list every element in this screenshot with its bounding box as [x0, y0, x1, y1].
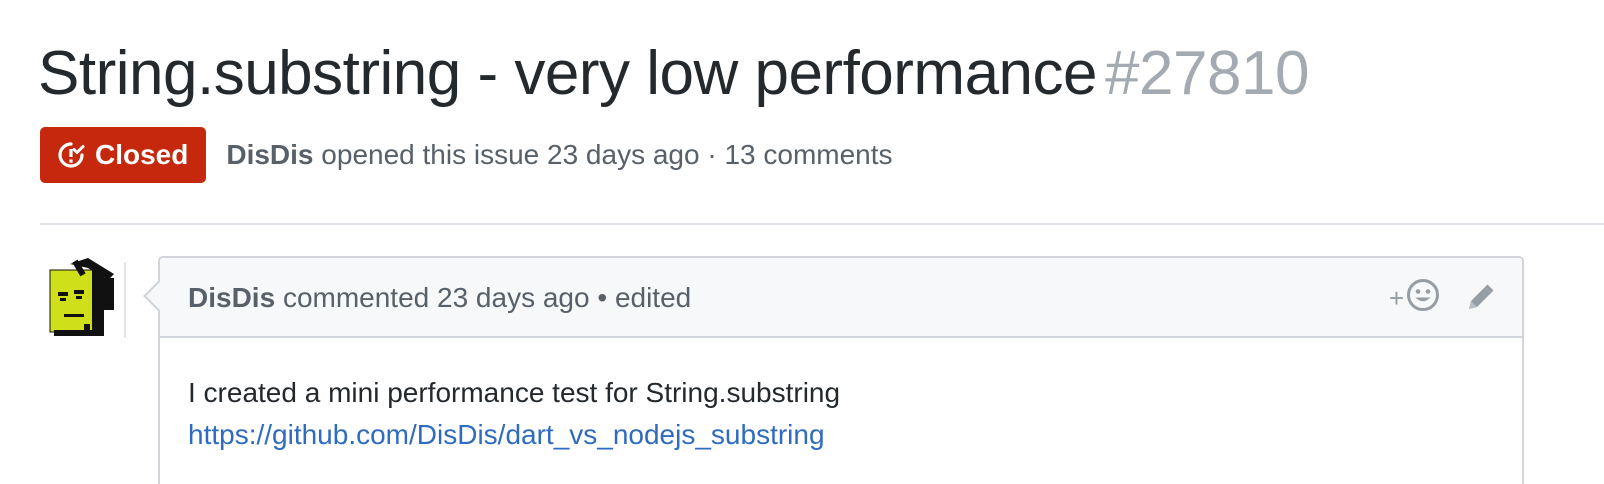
issue-closed-icon — [56, 140, 86, 170]
header-divider — [40, 223, 1604, 225]
user-avatar[interactable] — [48, 256, 124, 338]
comment-box: DisDis commented 23 days ago • edited + — [158, 256, 1524, 484]
edit-comment-button[interactable] — [1464, 282, 1496, 314]
comment-body: I created a mini performance test for St… — [188, 372, 840, 456]
comment-repo-link[interactable]: https://github.com/DisDis/dart_vs_nodejs… — [188, 419, 825, 450]
issue-title: String.substring - very low performance — [38, 39, 1098, 108]
reaction-plus: + — [1388, 282, 1404, 313]
smiley-icon — [1406, 278, 1440, 319]
issue-meta: Closed DisDis opened this issue 23 days … — [40, 127, 893, 183]
comment-author-link[interactable]: DisDis — [188, 282, 275, 313]
comment-header-text: DisDis commented 23 days ago • edited — [188, 282, 691, 314]
comment-action: commented 23 days ago — [282, 282, 590, 313]
state-badge: Closed — [40, 127, 207, 183]
state-label: Closed — [95, 139, 189, 170]
comment-header: DisDis commented 23 days ago • edited + — [160, 258, 1522, 338]
comments-count: 13 comments — [724, 139, 893, 170]
pencil-icon — [1464, 284, 1496, 318]
issue-title-row: String.substring - very low performance #… — [38, 38, 1309, 110]
comment-edited[interactable]: • edited — [597, 282, 691, 313]
meta-separator: · — [707, 139, 717, 170]
issue-number: #27810 — [1105, 39, 1309, 108]
issue-page: String.substring - very low performance #… — [0, 0, 1604, 484]
add-reaction-button[interactable]: + — [1388, 278, 1440, 319]
timeline-rule — [124, 262, 126, 338]
opened-text: opened this issue 23 days ago — [321, 139, 700, 170]
comment-body-text: I created a mini performance test for St… — [188, 377, 841, 408]
issue-author-link[interactable]: DisDis — [226, 139, 313, 170]
comment-arrow-fill — [146, 282, 160, 310]
issue-meta-text: DisDis opened this issue 23 days ago · 1… — [226, 139, 892, 171]
